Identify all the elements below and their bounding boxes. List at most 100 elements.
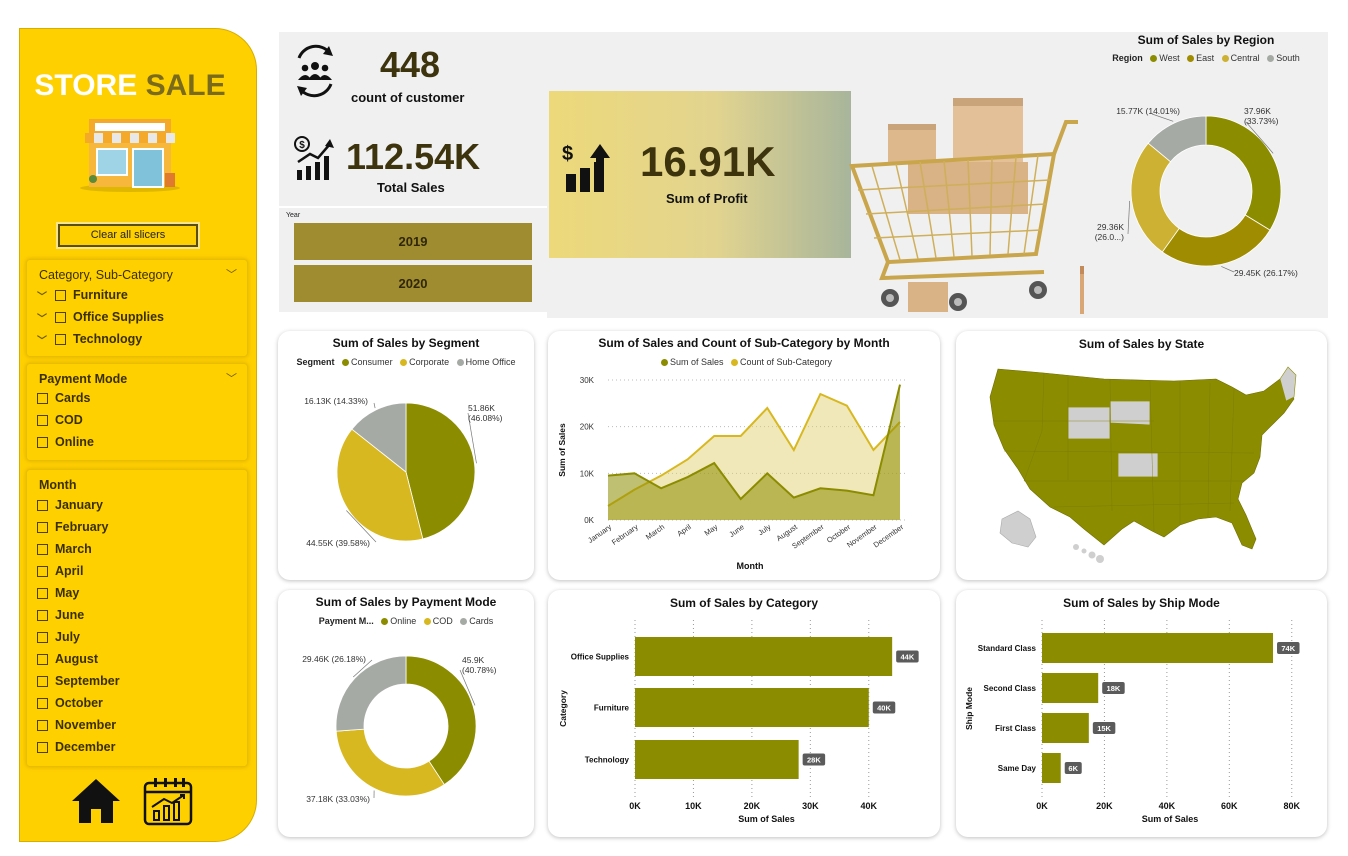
segment-card: Sum of Sales by Segment Segment Consumer… [278, 331, 534, 580]
y-tick-label: Office Supplies [571, 653, 630, 662]
checkbox[interactable] [37, 609, 48, 621]
month-list: January February March April May June July Augu… [27, 494, 247, 758]
year-button-2019[interactable]: 2019 [294, 223, 532, 260]
dashboard-root: STORE SALE Clear all slicers Category, S… [0, 0, 1348, 856]
slicer-item-july[interactable]: July [27, 626, 247, 648]
home-icon[interactable] [70, 777, 122, 825]
slicer-item-label: October [55, 696, 103, 710]
slicer-item-online[interactable]: Online [27, 431, 247, 453]
profit-value: 16.91K [640, 138, 776, 185]
y-axis-title: Category [558, 690, 568, 727]
checkbox[interactable] [37, 499, 48, 511]
checkbox[interactable] [37, 436, 48, 448]
slicer-item-november[interactable]: November [27, 714, 247, 736]
checkbox[interactable] [37, 414, 48, 426]
month-slicer: Month January February March April May June Ju… [26, 469, 248, 767]
slice-cards[interactable] [335, 655, 407, 732]
bar-standard-class[interactable] [1042, 633, 1274, 663]
slicer-item-label: December [55, 740, 116, 754]
x-tick-label: 0K [629, 801, 641, 811]
slicer-item-august[interactable]: August [27, 648, 247, 670]
data-label: 18K [1107, 684, 1121, 693]
checkbox[interactable] [37, 697, 48, 709]
checkbox[interactable] [55, 333, 66, 345]
x-tick-label: February [610, 522, 640, 547]
bar-furniture[interactable] [635, 688, 869, 727]
slice-east[interactable] [1161, 214, 1271, 267]
profit-label: Sum of Profit [666, 191, 748, 206]
bar-same-day[interactable] [1042, 753, 1061, 783]
slicer-item-label: COD [55, 413, 83, 427]
chevron-down-icon[interactable]: ﹀ [226, 266, 237, 282]
map-state-wyoming[interactable] [1067, 406, 1111, 440]
x-tick-label: 40K [861, 801, 878, 811]
shipmode-bar-chart: 0K 20K 40K 60K 80K Standard Class 74K Second Cl… [964, 620, 1301, 824]
svg-text:$: $ [299, 140, 305, 151]
clear-all-slicers-button[interactable]: Clear all slicers [58, 224, 198, 247]
slicer-item-june[interactable]: June [27, 604, 247, 626]
slicer-item-label: August [55, 652, 99, 666]
slicer-item-march[interactable]: March [27, 538, 247, 560]
expand-chevron-icon[interactable]: ﹀ [37, 332, 51, 347]
slicer-item-january[interactable]: January [27, 494, 247, 516]
sidebar: STORE SALE Clear all slicers Category, S… [19, 28, 257, 842]
checkbox[interactable] [37, 631, 48, 643]
slicer-item-april[interactable]: April [27, 560, 247, 582]
checkbox[interactable] [37, 543, 48, 555]
slicer-item-label: Furniture [73, 288, 128, 302]
slicer-item-label: Cards [55, 391, 91, 405]
slicer-item-december[interactable]: December [27, 736, 247, 758]
checkbox[interactable] [37, 653, 48, 665]
bar-second-class[interactable] [1042, 673, 1099, 703]
checkbox[interactable] [37, 587, 48, 599]
bar-office-supplies[interactable] [635, 637, 893, 676]
month-slicer-title: Month [39, 478, 77, 492]
y-tick-label: Technology [585, 756, 630, 765]
payment-card: Sum of Sales by Payment Mode Payment M..… [278, 590, 534, 837]
expand-chevron-icon[interactable]: ﹀ [37, 310, 51, 325]
slice-cod[interactable] [335, 728, 445, 797]
slicer-item-technology[interactable]: ﹀ Technology [27, 328, 247, 350]
calendar-chart-icon[interactable] [142, 775, 194, 827]
slicer-item-september[interactable]: September [27, 670, 247, 692]
segment-pie-chart: 51.86K (46.08%) 44.55K (39.58%) 16.13K (14.… [304, 396, 502, 548]
y-tick-label: Second Class [984, 684, 1037, 693]
year-button-2020[interactable]: 2020 [294, 265, 532, 302]
checkbox[interactable] [37, 675, 48, 687]
shopping-cart-icon [849, 98, 1078, 312]
data-label: 29.46K (26.18%) [302, 654, 366, 664]
leader-line [373, 402, 376, 409]
sales-growth-icon: $ [294, 136, 334, 180]
slice-online[interactable] [405, 655, 477, 786]
slicer-item-cards[interactable]: Cards [27, 387, 247, 409]
data-label: 44.55K (39.58%) [306, 538, 370, 548]
bar-technology[interactable] [635, 740, 799, 779]
slicer-item-furniture[interactable]: ﹀ Furniture [27, 284, 247, 306]
checkbox[interactable] [37, 521, 48, 533]
data-label: 45.9K (40.78%) [462, 655, 497, 675]
expand-chevron-icon[interactable]: ﹀ [37, 288, 51, 303]
data-label: 29.45K (26.17%) [1234, 268, 1298, 278]
checkbox[interactable] [55, 289, 66, 301]
bar-first-class[interactable] [1042, 713, 1089, 743]
slicer-item-february[interactable]: February [27, 516, 247, 538]
checkbox[interactable] [37, 392, 48, 404]
map-state-south-dakota[interactable] [1109, 400, 1151, 426]
slicer-item-may[interactable]: May [27, 582, 247, 604]
chevron-down-icon[interactable]: ﹀ [226, 370, 237, 386]
slicer-item-label: September [55, 674, 120, 688]
checkbox[interactable] [37, 565, 48, 577]
slicer-item-october[interactable]: October [27, 692, 247, 714]
slicer-item-cod[interactable]: COD [27, 409, 247, 431]
checkbox[interactable] [37, 719, 48, 731]
slice-west[interactable] [1205, 115, 1282, 231]
checkbox[interactable] [37, 741, 48, 753]
checkbox[interactable] [55, 311, 66, 323]
data-label: 15K [1097, 724, 1111, 733]
slicer-item-office-supplies[interactable]: ﹀ Office Supplies [27, 306, 247, 328]
slicer-item-label: November [55, 718, 117, 732]
y-tick-label: Same Day [998, 764, 1037, 773]
map-state-hawaii[interactable] [1073, 544, 1104, 563]
monthly-area-chart: 0K 10K 20K 30K JanuaryFebruary March April May J… [557, 376, 906, 571]
map-state-alaska[interactable] [999, 510, 1037, 548]
